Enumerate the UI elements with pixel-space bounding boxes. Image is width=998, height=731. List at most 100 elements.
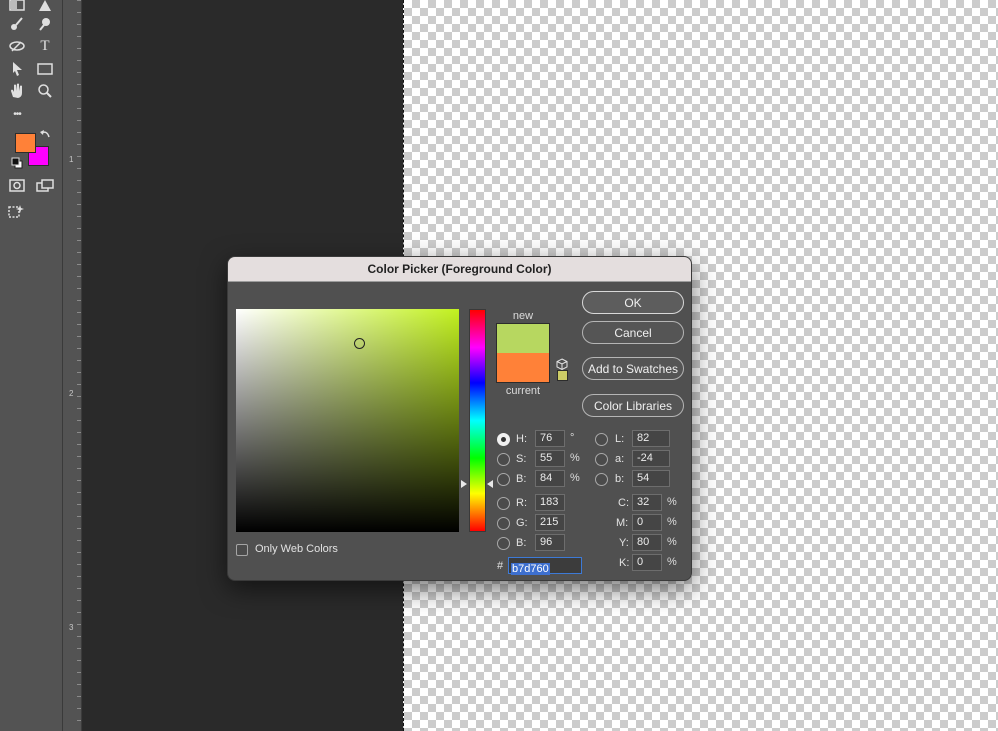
ruler-tick <box>77 48 81 49</box>
current-color-swatch[interactable] <box>496 353 550 383</box>
lab-b-label: b: <box>615 473 625 485</box>
default-colors-icon[interactable] <box>10 156 24 170</box>
yellow-label: Y: <box>619 537 629 549</box>
ruler-tick <box>77 144 81 145</box>
hue-radio[interactable] <box>497 433 510 446</box>
lab-b-radio[interactable] <box>595 473 608 486</box>
red-label: R: <box>516 497 527 509</box>
lab-a-radio[interactable] <box>595 453 608 466</box>
hex-hash-label: # <box>497 560 504 572</box>
ruler-tick <box>77 216 81 217</box>
green-input[interactable]: 215 <box>535 514 565 531</box>
saturation-brightness-field[interactable] <box>236 309 459 532</box>
percent-unit: % <box>667 536 677 548</box>
ruler-tick <box>77 24 81 25</box>
hue-slider-left-arrow-icon[interactable] <box>461 480 467 488</box>
ruler-tick <box>77 492 81 493</box>
ruler-tick <box>77 312 81 313</box>
percent-unit: % <box>667 556 677 568</box>
smudge-tool-icon[interactable] <box>34 14 56 34</box>
only-web-colors-checkbox[interactable] <box>236 544 248 556</box>
hue-slider-right-arrow-icon[interactable] <box>487 480 493 488</box>
lightness-input[interactable]: 82 <box>632 430 670 447</box>
black-label: K: <box>619 557 630 569</box>
ruler-tick <box>77 36 81 37</box>
percent-unit: % <box>570 472 580 484</box>
ruler-tick <box>77 288 81 289</box>
lightness-radio[interactable] <box>595 433 608 446</box>
percent-unit: % <box>667 496 677 508</box>
lab-a-input[interactable]: -24 <box>632 450 670 467</box>
ruler-tick <box>77 432 81 433</box>
ruler-tick <box>77 516 81 517</box>
ruler-tick <box>77 408 81 409</box>
swap-colors-icon[interactable] <box>38 128 52 142</box>
foreground-color-swatch[interactable] <box>15 133 36 153</box>
hue-label: H: <box>516 433 527 445</box>
ruler-tick <box>77 552 81 553</box>
red-radio[interactable] <box>497 497 510 510</box>
ruler-tick <box>77 348 81 349</box>
path-selection-tool-icon[interactable] <box>6 59 28 79</box>
magenta-input[interactable]: 0 <box>632 514 662 531</box>
more-tools-icon[interactable]: ••• <box>6 104 28 124</box>
quick-mask-icon[interactable] <box>6 176 28 196</box>
ruler-tick <box>77 108 81 109</box>
ruler-tick <box>77 156 81 157</box>
lab-b-input[interactable]: 54 <box>632 470 670 487</box>
ruler-tick <box>77 612 81 613</box>
ruler-mark: 2 <box>69 389 74 398</box>
ruler-tick <box>77 60 81 61</box>
color-field-cursor[interactable] <box>354 338 365 349</box>
ruler-tick <box>77 588 81 589</box>
brush-tool-icon[interactable] <box>6 14 28 34</box>
cancel-button[interactable]: Cancel <box>582 321 684 344</box>
rectangle-tool-icon[interactable] <box>34 59 56 79</box>
ruler-tick <box>77 168 81 169</box>
lightness-label: L: <box>615 433 625 445</box>
zoom-tool-icon[interactable] <box>34 81 56 101</box>
green-radio[interactable] <box>497 517 510 530</box>
ruler-tick <box>77 120 81 121</box>
screen-mode-icon[interactable] <box>34 176 56 196</box>
yellow-input[interactable]: 80 <box>632 534 662 551</box>
lab-a-label: a: <box>615 453 625 465</box>
ruler-tick <box>77 720 81 721</box>
ruler-tick <box>77 504 81 505</box>
new-color-swatch <box>496 323 550 353</box>
red-input[interactable]: 183 <box>535 494 565 511</box>
ok-button[interactable]: OK <box>582 291 684 314</box>
cyan-input[interactable]: 32 <box>632 494 662 511</box>
ruler-tick <box>77 708 81 709</box>
color-libraries-button[interactable]: Color Libraries <box>582 394 684 417</box>
tools-panel: T ••• <box>0 0 63 731</box>
green-label: G: <box>516 517 528 529</box>
hue-input[interactable]: 76 <box>535 430 565 447</box>
type-tool-icon[interactable]: T <box>34 36 56 56</box>
new-color-label: new <box>512 310 534 322</box>
hand-tool-icon[interactable] <box>6 81 28 101</box>
brightness-input[interactable]: 84 <box>535 470 565 487</box>
brightness-label: B: <box>516 473 527 485</box>
current-color-label: current <box>505 385 541 397</box>
ruler-tick <box>77 372 81 373</box>
saturation-radio[interactable] <box>497 453 510 466</box>
ruler-tick <box>77 684 81 685</box>
ruler-tick <box>77 84 81 85</box>
ruler-mark: 1 <box>69 155 74 164</box>
web-safe-color-swatch[interactable] <box>557 370 568 381</box>
blue-radio[interactable] <box>497 537 510 550</box>
ruler-tick <box>77 336 81 337</box>
brightness-radio[interactable] <box>497 473 510 486</box>
blue-input[interactable]: 96 <box>535 534 565 551</box>
ruler-tick <box>77 600 81 601</box>
black-input[interactable]: 0 <box>632 554 662 571</box>
saturation-input[interactable]: 55 <box>535 450 565 467</box>
hex-input[interactable]: b7d760 <box>508 557 582 575</box>
content-aware-icon[interactable] <box>6 202 28 222</box>
ruler-tick <box>77 276 81 277</box>
pen-tool-icon[interactable] <box>6 36 28 56</box>
hue-slider[interactable] <box>469 309 486 532</box>
ruler-tick <box>77 576 81 577</box>
add-to-swatches-button[interactable]: Add to Swatches <box>582 357 684 380</box>
